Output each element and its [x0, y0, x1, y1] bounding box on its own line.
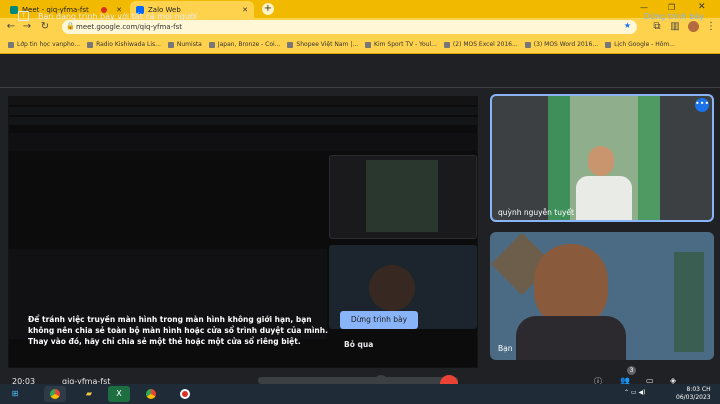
- reload-icon[interactable]: ↻: [38, 20, 52, 34]
- menu-icon[interactable]: ⋮: [704, 20, 718, 34]
- restore-icon[interactable]: ❐: [668, 3, 675, 12]
- close-window-icon[interactable]: ✕: [698, 2, 706, 12]
- participant-name: quỳnh nguyễn tuyết: [498, 208, 574, 217]
- tray-icons[interactable]: ⌃ ▭ ◀): [624, 389, 645, 397]
- bookmark-item[interactable]: Numista: [167, 41, 202, 48]
- infinity-mirror-warning: Để tránh việc truyền màn hình trong màn …: [28, 315, 328, 346]
- participant-tile[interactable]: quỳnh nguyễn tuyết: [490, 94, 714, 222]
- bookmark-item[interactable]: Japan, Bronze - Coi...: [208, 41, 280, 48]
- stop-presenting-link[interactable]: Dừng trình bày: [644, 12, 704, 21]
- chrome-taskbar-icon[interactable]: [140, 386, 162, 402]
- taskbar-time: 8:03 CH: [686, 386, 711, 393]
- presenting-banner: [0, 55, 720, 88]
- extensions-icon[interactable]: ⧉: [650, 20, 664, 34]
- bookmark-item[interactable]: Kim Sport TV - Youl...: [365, 41, 437, 48]
- bookmarks-bar: Lớp tin học vanpho... Radio Kishiwada Li…: [0, 36, 720, 54]
- url-text: meet.google.com/qiq-yfma-fst: [76, 23, 182, 31]
- start-icon[interactable]: ⊞: [4, 386, 26, 402]
- new-tab-button[interactable]: +: [262, 3, 274, 15]
- sharing-notification: [258, 377, 458, 384]
- meet-icon: [10, 5, 18, 14]
- recorder-icon[interactable]: [174, 386, 196, 402]
- taskbar-date: 06/03/2023: [676, 394, 711, 401]
- bookmark-item[interactable]: Lớp tin học vanpho...: [8, 41, 80, 48]
- file-explorer-icon[interactable]: ▰: [78, 386, 100, 402]
- excel-icon[interactable]: X: [108, 386, 130, 402]
- presenting-text: Bạn đang trình bày với tất cả mọi người: [38, 12, 198, 21]
- participant-tile[interactable]: Bạn: [490, 232, 714, 360]
- lock-icon: 🔒: [66, 22, 75, 30]
- bookmark-item[interactable]: (3) MOS Word 2016...: [524, 41, 598, 48]
- bookmark-star-icon[interactable]: ★: [624, 21, 631, 30]
- sidebar-icon[interactable]: ▥: [668, 20, 682, 34]
- mic-button[interactable]: [374, 375, 388, 384]
- profile-avatar[interactable]: [688, 21, 699, 32]
- video-feed: [548, 96, 660, 220]
- close-icon[interactable]: ✕: [242, 6, 248, 14]
- url-field[interactable]: 🔒 meet.google.com/qiq-yfma-fst ★: [62, 20, 637, 34]
- stop-presenting-button[interactable]: Dừng trình bày: [340, 311, 418, 329]
- minimize-icon[interactable]: —: [640, 3, 648, 12]
- bookmark-item[interactable]: (2) MOS Excel 2016...: [443, 41, 518, 48]
- bookmark-item[interactable]: Radio Kishiwada Lis...: [87, 41, 161, 48]
- back-icon[interactable]: ←: [4, 20, 18, 34]
- participant-name: Bạn: [498, 344, 513, 353]
- dismiss-button[interactable]: Bỏ qua: [344, 340, 373, 349]
- plant: [674, 252, 704, 352]
- bookmark-item[interactable]: Lịch Google - Hôm...: [605, 41, 675, 48]
- bookmark-item[interactable]: Shopee Việt Nam |...: [287, 41, 358, 48]
- present-screen-icon: ↑: [18, 11, 29, 21]
- participant-count-badge: 3: [627, 366, 636, 375]
- more-options-icon[interactable]: •••: [695, 98, 709, 112]
- forward-icon[interactable]: →: [20, 20, 34, 34]
- chrome-taskbar-icon[interactable]: [44, 386, 66, 402]
- taskbar-clock[interactable]: 8:03 CH 06/03/2023: [676, 386, 711, 402]
